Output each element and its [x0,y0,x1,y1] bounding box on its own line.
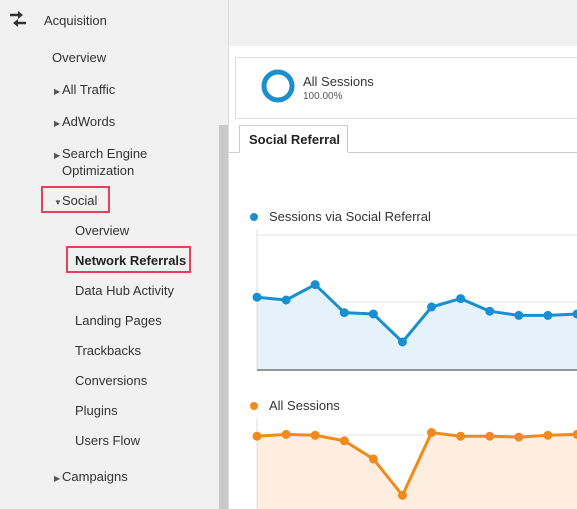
data-point[interactable] [485,431,495,441]
data-point[interactable] [543,430,553,440]
social-item-label: Landing Pages [75,313,162,328]
social-item-overview[interactable]: Overview [75,223,129,238]
data-point[interactable] [427,428,437,438]
social-item-label: Trackbacks [75,343,141,358]
social-item-label: Data Hub Activity [75,283,174,298]
legend-dot-blue [250,212,258,221]
data-point[interactable] [456,431,466,441]
social-item-network-referrals[interactable]: Network Referrals [75,253,186,268]
data-point[interactable] [368,309,378,319]
sidebar-item-label: All Traffic [62,82,116,97]
sidebar-scrollbar[interactable] [219,125,228,509]
data-point[interactable] [397,490,407,500]
data-point[interactable] [281,295,291,305]
tab-bar: Social Referral [229,125,577,153]
data-point[interactable] [514,432,524,442]
social-item-plugins[interactable]: Plugins [75,403,118,418]
acquisition-arrows-icon [8,9,28,34]
data-point[interactable] [427,302,437,312]
legend-label: Sessions via Social Referral [269,209,431,224]
data-point[interactable] [252,292,262,302]
sidebar: Acquisition Overview ▶ All Traffic ▶ AdWor… [0,0,229,509]
chevron-right-icon: ▶ [54,151,61,160]
chevron-right-icon: ▶ [54,87,61,96]
data-point[interactable] [310,430,320,440]
social-item-data-hub-activity[interactable]: Data Hub Activity [75,283,174,298]
series-area [257,432,577,509]
tab-social-referral[interactable]: Social Referral [239,125,348,153]
chevron-right-icon: ▶ [54,119,61,128]
sidebar-item-label: Campaigns [62,469,128,484]
sidebar-item-label: Overview [52,50,107,65]
data-point[interactable] [456,294,466,304]
sidebar-item-all-traffic[interactable]: ▶ All Traffic [54,82,115,97]
sidebar-item-social[interactable]: ▼Social [54,193,97,208]
social-item-users-flow[interactable]: Users Flow [75,433,140,448]
social-item-conversions[interactable]: Conversions [75,373,147,388]
sidebar-item-label: Social [62,193,98,208]
chevron-right-icon: ▶ [54,474,61,483]
social-item-landing-pages[interactable]: Landing Pages [75,313,162,328]
top-band [229,0,577,46]
charts-canvas [252,230,577,509]
sidebar-item-label: Search Engine [62,146,148,161]
data-point[interactable] [514,310,524,320]
sidebar-item-label-line2: Optimization [62,163,135,178]
segment-percent: 100.00% [303,91,343,102]
social-item-trackbacks[interactable]: Trackbacks [75,343,141,358]
social-item-label: Overview [75,223,130,238]
data-point[interactable] [543,310,553,320]
segment-title: All Sessions [303,74,374,89]
sidebar-item-overview[interactable]: Overview [52,50,106,65]
data-point[interactable] [252,431,262,441]
sidebar-item-campaigns[interactable]: ▶ Campaigns [54,469,128,484]
sidebar-item-label: AdWords [62,114,116,129]
social-item-label: Users Flow [75,433,141,448]
data-point[interactable] [310,280,320,290]
data-point[interactable] [368,454,378,464]
acquisition-header[interactable]: Acquisition [8,9,107,34]
acquisition-label: Acquisition [44,13,107,28]
sidebar-item-seo[interactable]: ▶ Search Engine Optimization [54,146,147,178]
chevron-down-icon: ▼ [54,198,62,207]
data-point[interactable] [485,306,495,316]
series-area [257,284,577,370]
social-item-label: Plugins [75,403,118,418]
legend-social-referral: Sessions via Social Referral [250,209,431,224]
data-point[interactable] [339,308,349,318]
segment-ring-icon [261,69,295,103]
segment-card[interactable]: All Sessions 100.00% [235,57,577,119]
data-point[interactable] [339,436,349,446]
data-point[interactable] [397,337,407,347]
social-item-label: Network Referrals [75,253,187,268]
social-item-label: Conversions [75,373,148,388]
data-point[interactable] [281,429,291,439]
sidebar-item-adwords[interactable]: ▶ AdWords [54,114,115,129]
